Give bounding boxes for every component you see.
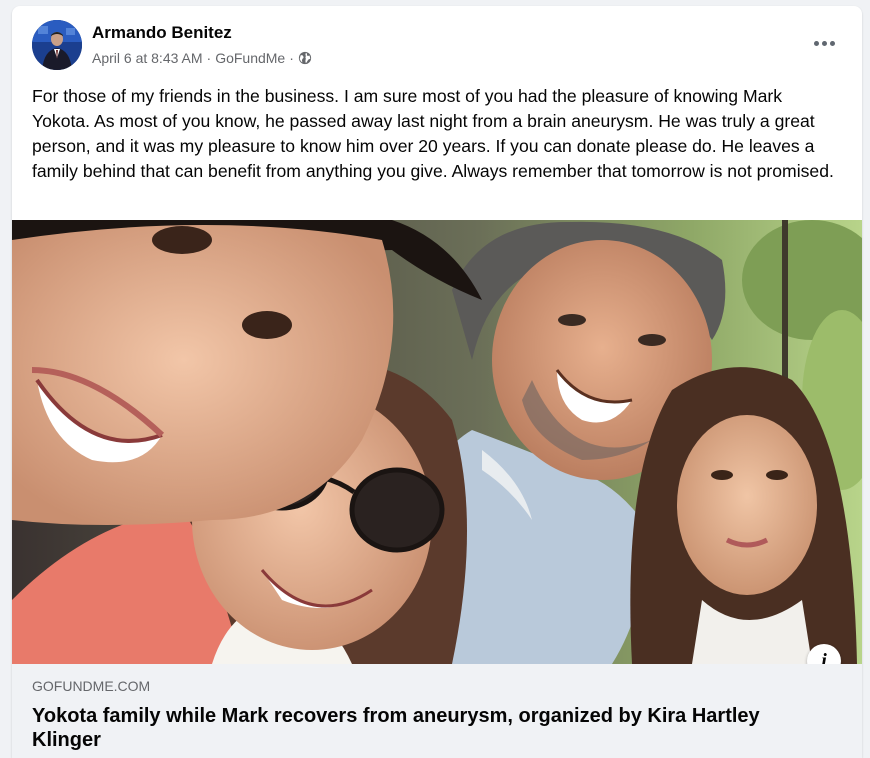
author-avatar[interactable] [32,20,82,70]
post-timestamp[interactable]: April 6 at 8:43 AM [92,50,203,66]
avatar-image [32,20,82,70]
post-source: GoFundMe [215,50,286,66]
meta-separator: · [206,50,212,66]
link-preview-image[interactable] [12,220,862,664]
link-title[interactable]: Yokota family while Mark recovers from a… [32,704,822,752]
post-card: Armando Benitez April 6 at 8:43 AM · GoF… [12,6,862,758]
family-photo [12,220,862,664]
post-header: Armando Benitez April 6 at 8:43 AM · GoF… [12,6,862,76]
link-domain: GOFUNDME.COM [32,678,151,694]
more-options-icon[interactable] [806,28,842,58]
globe-icon[interactable] [298,51,312,65]
author-name[interactable]: Armando Benitez [92,23,232,43]
post-meta: April 6 at 8:43 AM · GoFundMe · [92,50,312,66]
meta-separator: · [289,50,294,66]
post-text: For those of my friends in the business.… [32,86,834,181]
link-preview[interactable]: GOFUNDME.COM Yokota family while Mark re… [12,664,862,758]
